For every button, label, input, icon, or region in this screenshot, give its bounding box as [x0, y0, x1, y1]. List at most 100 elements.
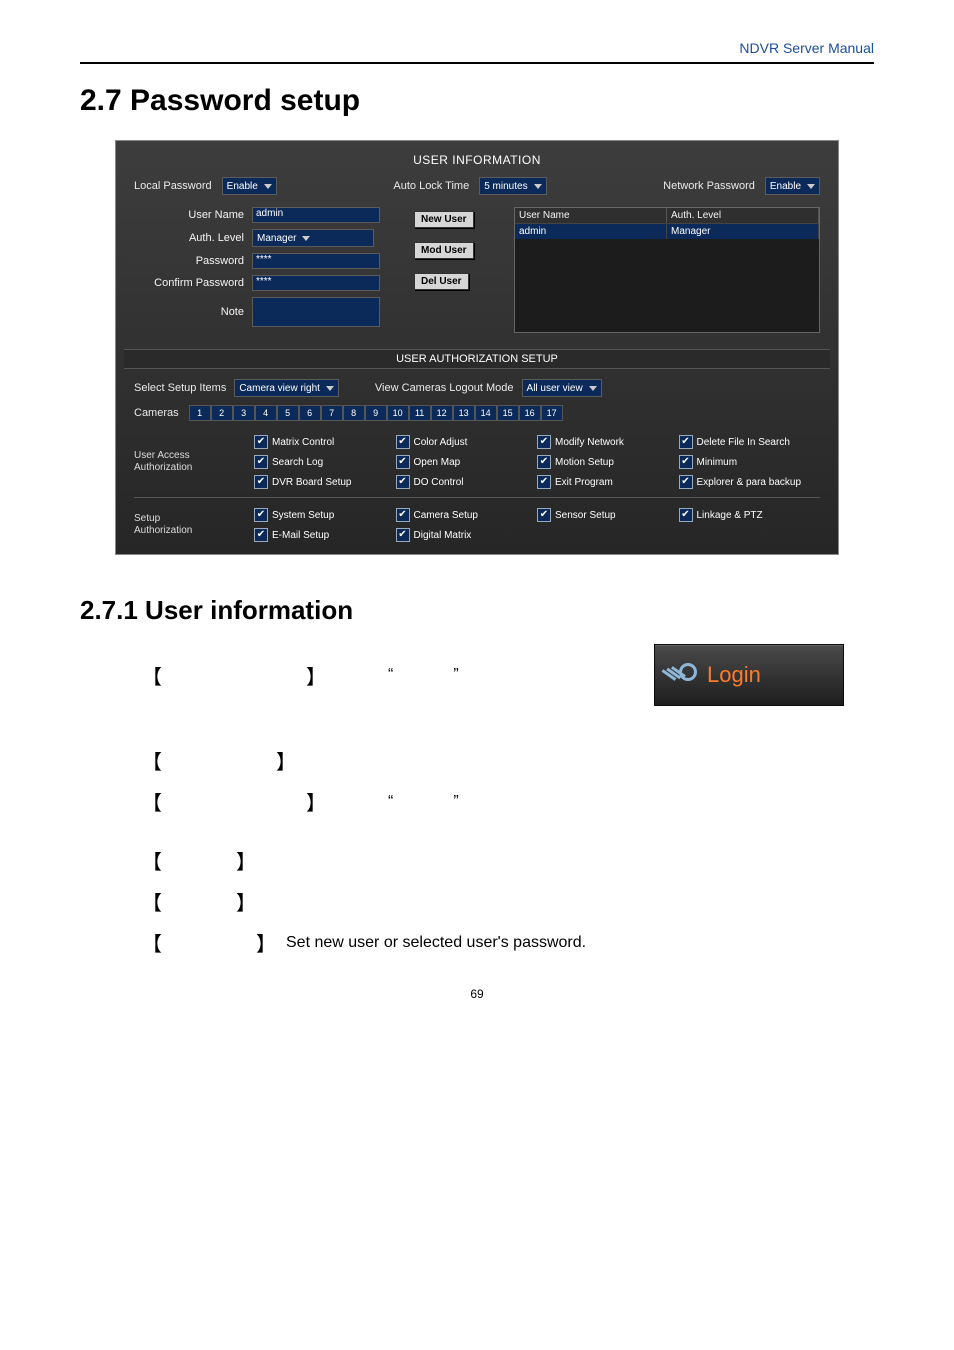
camera-chip[interactable]: 4: [255, 405, 277, 421]
chk-system-setup[interactable]: ✔System Setup: [254, 508, 396, 522]
chk-camera-setup[interactable]: ✔Camera Setup: [396, 508, 538, 522]
chk-label: Matrix Control: [272, 437, 334, 448]
chk-color-adjust[interactable]: ✔ Color Adjust: [396, 435, 538, 449]
chevron-down-icon: [302, 236, 310, 241]
user-access-grid: User Access Authorization ✔Matrix Contro…: [124, 429, 830, 493]
table-row[interactable]: admin Manager: [515, 223, 819, 239]
view-logout-dropdown[interactable]: All user view: [522, 379, 602, 397]
chk-linkage-ptz[interactable]: ✔ Linkage & PTZ: [679, 508, 821, 522]
password-field[interactable]: ****: [252, 253, 380, 269]
confirm-password-field[interactable]: ****: [252, 275, 380, 291]
user-table: User Name Auth. Level admin Manager: [514, 207, 820, 333]
top-options-row: Local Password Enable Auto Lock Time 5 m…: [124, 173, 830, 203]
camera-chip[interactable]: 3: [233, 405, 255, 421]
local-password-dropdown[interactable]: Enable: [222, 177, 277, 195]
checkbox-icon: ✔: [679, 435, 693, 449]
camera-chip[interactable]: 12: [431, 405, 453, 421]
chk-motion-setup[interactable]: ✔Motion Setup: [537, 455, 679, 469]
checkbox-icon: ✔: [679, 455, 693, 469]
select-setup-dropdown[interactable]: Camera view right: [234, 379, 339, 397]
chk-label: Modify Network: [555, 437, 624, 448]
text-line-4: 【 】: [140, 846, 844, 875]
chk-label: DO Control: [414, 477, 464, 488]
username-field[interactable]: admin: [252, 207, 380, 223]
chk-exit-program[interactable]: ✔Exit Program: [537, 475, 679, 489]
local-password-label: Local Password: [134, 180, 212, 192]
camera-chip[interactable]: 17: [541, 405, 563, 421]
camera-chip[interactable]: 11: [409, 405, 431, 421]
chk-search-log[interactable]: ✔Search Log: [254, 455, 396, 469]
user-form-row: User Nameadmin Auth. LevelManager Passwo…: [124, 203, 830, 343]
text-line-5: 【 】: [140, 887, 844, 916]
checkbox-icon: ✔: [396, 528, 410, 542]
cameras-row: Cameras 1234567891011121314151617: [124, 401, 830, 429]
camera-chip[interactable]: 5: [277, 405, 299, 421]
network-password-dropdown[interactable]: Enable: [765, 177, 820, 195]
autolock-dropdown[interactable]: 5 minutes: [479, 177, 546, 195]
chk-label: Open Map: [414, 457, 461, 468]
camera-chip[interactable]: 1: [189, 405, 211, 421]
chk-explorer-para-backup[interactable]: ✔Explorer & para backup: [679, 475, 821, 489]
chk-open-map[interactable]: ✔Open Map: [396, 455, 538, 469]
left-bracket-icon: 【: [140, 846, 164, 875]
camera-chip[interactable]: 16: [519, 405, 541, 421]
setup-auth-side-label: Setup Authorization: [134, 508, 254, 542]
camera-chip[interactable]: 7: [321, 405, 343, 421]
camera-chip[interactable]: 8: [343, 405, 365, 421]
camera-chip[interactable]: 14: [475, 405, 497, 421]
chk-dvr-board-setup[interactable]: ✔DVR Board Setup: [254, 475, 396, 489]
text-line-1: 【 】 “ ” Login: [140, 644, 844, 706]
camera-chip[interactable]: 9: [365, 405, 387, 421]
chk-label: Explorer & para backup: [697, 477, 802, 488]
chk-label: Exit Program: [555, 477, 613, 488]
camera-chip[interactable]: 15: [497, 405, 519, 421]
camera-chip[interactable]: 2: [211, 405, 233, 421]
camera-chip[interactable]: 10: [387, 405, 409, 421]
chk-email-setup[interactable]: ✔E-Mail Setup: [254, 528, 396, 542]
chk-label: Color Adjust: [414, 437, 468, 448]
chk-minimum[interactable]: ✔Minimum: [679, 455, 821, 469]
network-password-value: Enable: [770, 181, 801, 192]
panel-title-auth: USER AUTHORIZATION SETUP: [124, 349, 830, 369]
left-bracket-icon: 【: [140, 887, 164, 916]
chk-matrix-control[interactable]: ✔Matrix Control: [254, 435, 396, 449]
login-button[interactable]: Login: [654, 644, 844, 706]
del-user-button[interactable]: Del User: [414, 273, 469, 290]
chk-label: Linkage & PTZ: [697, 510, 763, 521]
chk-do-control[interactable]: ✔DO Control: [396, 475, 538, 489]
camera-chip[interactable]: 6: [299, 405, 321, 421]
table-head: User Name Auth. Level: [515, 208, 819, 223]
chk-label: Motion Setup: [555, 457, 614, 468]
mod-user-button[interactable]: Mod User: [414, 242, 474, 259]
doc-header: NDVR Server Manual: [80, 40, 874, 62]
authlevel-label: Auth. Level: [134, 232, 252, 244]
page-number: 69: [80, 987, 874, 1001]
page: NDVR Server Manual 2.7 Password setup US…: [0, 0, 954, 1031]
chk-digital-matrix[interactable]: ✔Digital Matrix: [396, 528, 538, 542]
chk-label: Camera Setup: [414, 510, 478, 521]
authlevel-dropdown[interactable]: Manager: [252, 229, 374, 247]
table-col-username: User Name: [515, 208, 667, 223]
text-line-3: 【 】 “ ”: [140, 787, 844, 816]
left-bracket-icon: 【: [140, 787, 164, 816]
chevron-down-icon: [589, 386, 597, 391]
chevron-down-icon: [326, 386, 334, 391]
panel-title-userinfo: USER INFORMATION: [124, 149, 830, 173]
login-button-label: Login: [707, 662, 761, 688]
user-form: User Nameadmin Auth. LevelManager Passwo…: [134, 207, 394, 333]
chk-label: Delete File In Search: [697, 437, 790, 448]
checkbox-icon: ✔: [679, 508, 693, 522]
camera-chip[interactable]: 13: [453, 405, 475, 421]
chk-sensor-setup[interactable]: ✔Sensor Setup: [537, 508, 679, 522]
chk-delete-file-in-search[interactable]: ✔ Delete File In Search: [679, 435, 821, 449]
note-field[interactable]: [252, 297, 380, 327]
left-bracket-icon: 【: [140, 928, 164, 957]
close-quote-icon: ”: [453, 793, 458, 811]
new-user-button[interactable]: New User: [414, 211, 474, 228]
chk-modify-network[interactable]: ✔Modify Network: [537, 435, 679, 449]
checkbox-icon: ✔: [396, 435, 410, 449]
autolock-value: 5 minutes: [484, 181, 527, 192]
divider: [134, 497, 820, 498]
checkbox-icon: ✔: [254, 475, 268, 489]
cameras-label: Cameras: [134, 407, 179, 419]
